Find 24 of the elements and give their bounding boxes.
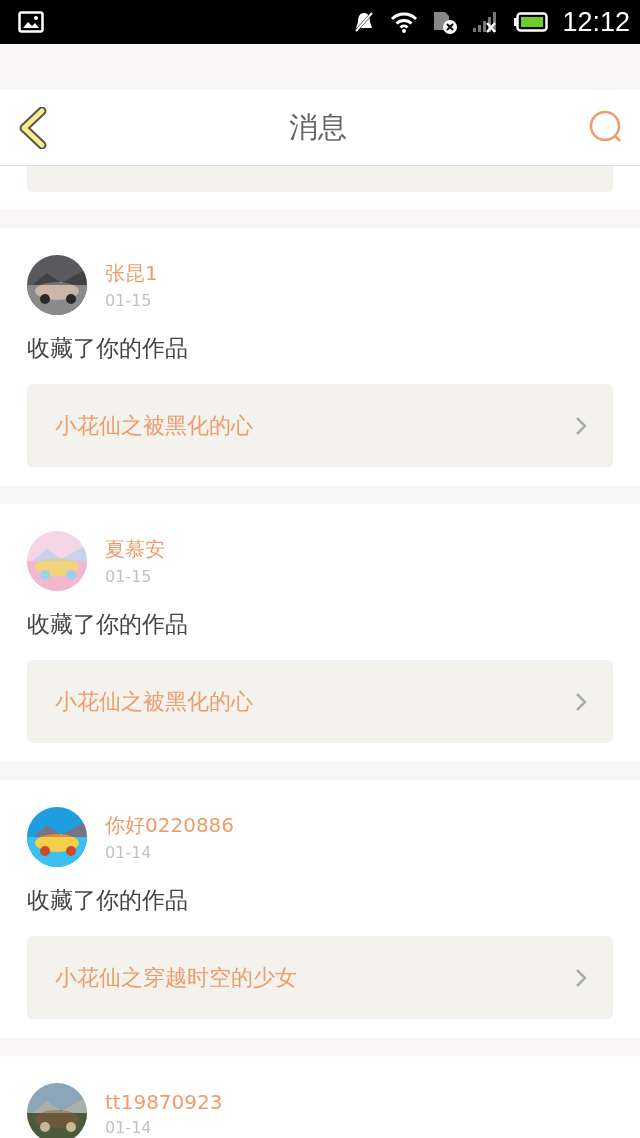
user-name[interactable]: 你好0220886 [105, 812, 235, 839]
work-link[interactable]: 小花仙之被黑化的心 [27, 384, 613, 467]
back-icon[interactable] [18, 106, 48, 149]
image-icon [18, 11, 44, 33]
user-name[interactable]: 张昆1 [105, 260, 158, 287]
chevron-icon [575, 415, 587, 436]
message-date: 01-15 [105, 567, 153, 586]
message-date: 01-15 [105, 291, 153, 310]
chevron-icon [575, 691, 587, 712]
message-text: 收藏了你的作品 [27, 334, 189, 363]
chevron-icon [575, 967, 587, 988]
work-link[interactable]: 小花仙之被黑化的心 [27, 660, 613, 743]
battery-icon [514, 12, 549, 32]
message-text: 收藏了你的作品 [27, 610, 189, 639]
user-name[interactable]: tt19870923 [105, 1089, 223, 1114]
status-time: 12:12 [562, 6, 630, 38]
sim-card-icon [432, 10, 459, 34]
message-date: 01-14 [105, 843, 153, 862]
work-link[interactable]: 小花仙之穿越时空的少女 [27, 936, 613, 1019]
wifi-icon [390, 11, 419, 33]
message-text: 收藏了你的作品 [27, 886, 189, 915]
message-date: 01-14 [105, 1117, 153, 1137]
user-name[interactable]: 夏慕安 [105, 536, 165, 563]
page-title: 消息 [289, 108, 347, 146]
